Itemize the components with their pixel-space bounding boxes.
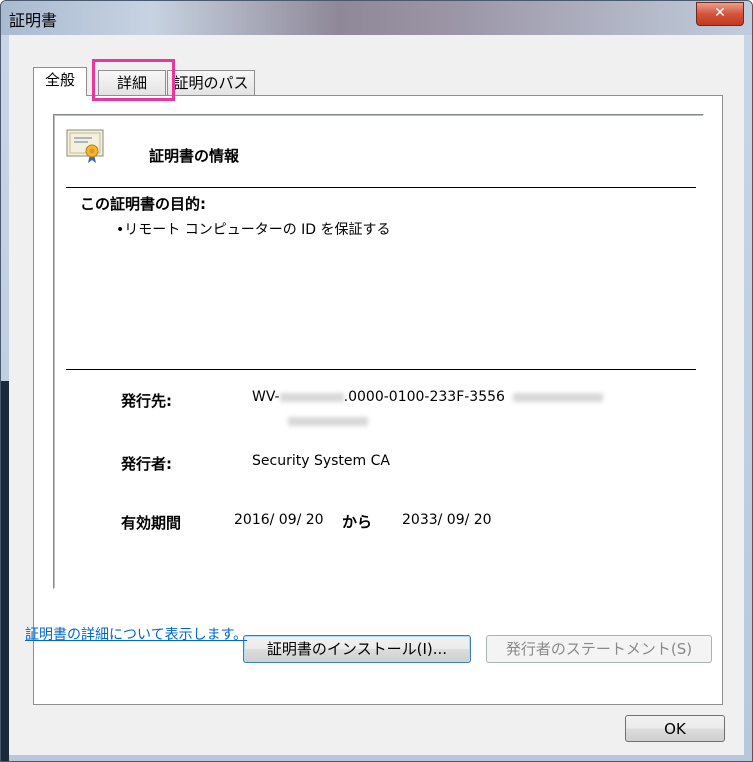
tab-details-highlight [92,59,175,101]
certificate-info-box: 証明書の情報 この証明書の目的: •リモート コンピューターの ID を保証する… [53,114,704,589]
info-title: 証明書の情報 [149,147,240,165]
tab-general[interactable]: 全般 [33,67,87,96]
issued-by-label: 発行者: [121,455,172,473]
title-bar[interactable]: 証明書 ✕ [1,1,752,35]
valid-to: 2033/ 09/ 20 [402,512,492,528]
certificate-details-link[interactable]: 証明書の詳細について表示します。 [25,624,247,644]
issued-to-value: WV- .0000-0100-233F-3556 [252,389,604,405]
issued-to-value-line2 [288,413,368,429]
issued-to-prefix: WV- [252,389,280,405]
background-strip [1,381,9,761]
valid-separator: から [342,513,373,531]
window-title: 証明書 [9,11,58,30]
tab-certification-path[interactable]: 証明のパス [167,70,255,95]
issuer-statement-button[interactable]: 発行者のステートメント(S) [486,635,712,663]
valid-from: 2016/ 09/ 20 [234,512,324,528]
redacted-text [279,392,344,402]
close-icon[interactable]: ✕ [696,2,744,26]
dialog-client-area: 全般 詳細 証明のパス 証明書の情報 この証明書の目的: •リモート コンピュー… [9,35,744,755]
issued-to-label: 発行先: [121,392,172,410]
general-tab-panel: 証明書の情報 この証明書の目的: •リモート コンピューターの ID を保証する… [33,95,723,705]
redacted-text [288,416,368,426]
divider [66,369,696,370]
divider [66,187,696,188]
purpose-heading: この証明書の目的: [80,195,206,213]
issued-by-value: Security System CA [252,453,390,469]
validity-label: 有効期間 [121,514,182,532]
ok-button[interactable]: OK [625,715,725,742]
redacted-text [513,392,604,402]
certificate-icon [66,129,104,163]
issued-to-suffix: .0000-0100-233F-3556 [343,389,505,405]
install-certificate-button[interactable]: 証明書のインストール(I)... [243,635,471,663]
certificate-window: 証明書 ✕ 全般 詳細 証明のパス 証明書の情報 この証明書の目的: •リモート… [0,0,753,762]
purpose-item: •リモート コンピューターの ID を保証する [116,222,391,238]
